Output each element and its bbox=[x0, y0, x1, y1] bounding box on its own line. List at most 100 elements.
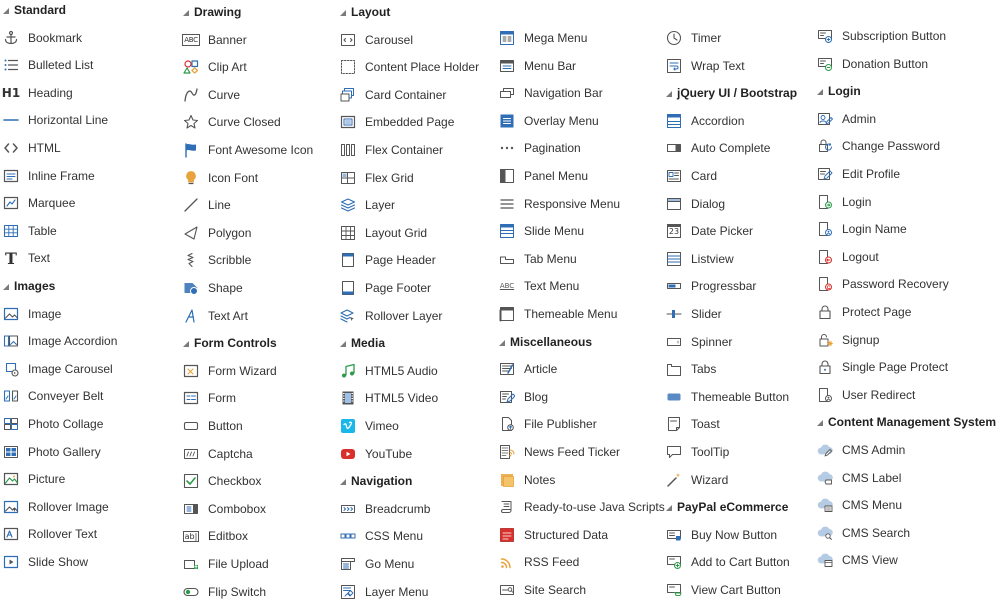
tool-item-slider[interactable]: Slider bbox=[666, 304, 722, 324]
group-header-layout[interactable]: Layout bbox=[340, 2, 390, 22]
tool-item-html[interactable]: HTML bbox=[3, 138, 61, 158]
tool-item-tabs[interactable]: Tabs bbox=[666, 359, 716, 379]
tool-item-dialog[interactable]: Dialog bbox=[666, 194, 725, 214]
tool-item-cms-admin[interactable]: CMS Admin bbox=[817, 440, 905, 460]
tool-item-photo-gallery[interactable]: Photo Gallery bbox=[3, 442, 101, 462]
tool-item-flex-grid[interactable]: Flex Grid bbox=[340, 168, 414, 188]
tool-item-cms-search[interactable]: CMS Search bbox=[817, 523, 910, 543]
tool-item-go-menu[interactable]: Go Menu bbox=[340, 554, 414, 574]
tool-item-polygon[interactable]: Polygon bbox=[183, 223, 251, 243]
tool-item-line[interactable]: Line bbox=[183, 195, 231, 215]
tool-item-content-place-holder[interactable]: Content Place Holder bbox=[340, 57, 479, 77]
tool-item-slide-show[interactable]: Slide Show bbox=[3, 552, 88, 572]
tool-item-bookmark[interactable]: Bookmark bbox=[3, 28, 82, 48]
tool-item-structured-data[interactable]: Structured Data bbox=[499, 525, 608, 545]
tool-item-checkbox[interactable]: Checkbox bbox=[183, 471, 261, 491]
group-header-jquery-ui-bootstrap[interactable]: jQuery UI / Bootstrap bbox=[666, 83, 797, 103]
tool-item-image[interactable]: Image bbox=[3, 304, 61, 324]
tool-item-rss-feed[interactable]: RSS Feed bbox=[499, 552, 579, 572]
tool-item-layout-grid[interactable]: Layout Grid bbox=[340, 223, 427, 243]
tool-item-shape[interactable]: Shape bbox=[183, 278, 243, 298]
tool-item-banner[interactable]: ABC Banner bbox=[182, 30, 247, 50]
tool-item-text-menu[interactable]: ABC Text Menu bbox=[499, 276, 580, 296]
tool-item-rollover-image[interactable]: Rollover Image bbox=[3, 497, 109, 517]
tool-item-subscription-button[interactable]: Subscription Button bbox=[817, 26, 946, 46]
tool-item-menu-bar[interactable]: Menu Bar bbox=[499, 56, 576, 76]
group-header-form-controls[interactable]: Form Controls bbox=[183, 333, 277, 353]
tool-item-heading[interactable]: H1 Heading bbox=[2, 83, 73, 103]
tool-item-timer[interactable]: Timer bbox=[666, 28, 721, 48]
tool-item-embedded-page[interactable]: Embedded Page bbox=[340, 112, 454, 132]
tool-item-image-carousel[interactable]: Image Carousel bbox=[3, 359, 113, 379]
tool-item-logout[interactable]: Logout bbox=[817, 247, 879, 267]
tool-item-buy-now-button[interactable]: Buy Now Button bbox=[666, 525, 777, 545]
tool-item-change-password[interactable]: Change Password bbox=[817, 136, 940, 156]
tool-item-protect-page[interactable]: Protect Page bbox=[817, 302, 911, 322]
tool-item-auto-complete[interactable]: Auto Complete bbox=[666, 138, 770, 158]
tool-item-user-redirect[interactable]: User Redirect bbox=[817, 385, 915, 405]
tool-item-panel-menu[interactable]: Panel Menu bbox=[499, 166, 588, 186]
group-header-drawing[interactable]: Drawing bbox=[183, 2, 241, 22]
tool-item-editbox[interactable]: ab| Editbox bbox=[182, 526, 248, 546]
tool-item-icon-font[interactable]: Icon Font bbox=[183, 168, 258, 188]
tool-item-slide-menu[interactable]: Slide Menu bbox=[499, 221, 584, 241]
tool-item-site-search[interactable]: Site Search bbox=[499, 580, 586, 600]
tool-item-flex-container[interactable]: Flex Container bbox=[340, 140, 443, 160]
tool-item-scribble[interactable]: Scribble bbox=[183, 250, 251, 270]
tool-item-responsive-menu[interactable]: Responsive Menu bbox=[499, 194, 620, 214]
tool-item-add-to-cart-button[interactable]: Add to Cart Button bbox=[666, 552, 790, 572]
tool-item-navigation-bar[interactable]: Navigation Bar bbox=[499, 83, 603, 103]
tool-item-progressbar[interactable]: Progressbar bbox=[666, 276, 756, 296]
tool-item-donation-button[interactable]: Donation Button bbox=[817, 54, 928, 74]
tool-item-login-name[interactable]: Login Name bbox=[817, 219, 907, 239]
tool-item-signup[interactable]: Signup bbox=[817, 330, 879, 350]
tool-item-combobox[interactable]: Combobox bbox=[183, 499, 266, 519]
tool-item-flip-switch[interactable]: Flip Switch bbox=[183, 582, 266, 602]
tool-item-single-page-protect[interactable]: Single Page Protect bbox=[817, 357, 948, 377]
tool-item-file-upload[interactable]: File Upload bbox=[183, 554, 269, 574]
tool-item-card-container[interactable]: Card Container bbox=[340, 85, 446, 105]
tool-item-login[interactable]: Login bbox=[817, 192, 871, 212]
tool-item-toast[interactable]: Toast bbox=[666, 414, 720, 434]
tool-item-edit-profile[interactable]: Edit Profile bbox=[817, 164, 900, 184]
tool-item-curve[interactable]: Curve bbox=[183, 85, 240, 105]
group-header-miscellaneous[interactable]: Miscellaneous bbox=[499, 332, 592, 352]
tool-item-cms-menu[interactable]: CMS Menu bbox=[817, 495, 902, 515]
tool-item-card[interactable]: Card bbox=[666, 166, 717, 186]
tool-item-text[interactable]: T Text bbox=[3, 248, 50, 268]
group-header-paypal-ecommerce[interactable]: PayPal eCommerce bbox=[666, 497, 788, 517]
tool-item-bulleted-list[interactable]: Bulleted List bbox=[3, 55, 93, 75]
tool-item-curve-closed[interactable]: Curve Closed bbox=[183, 112, 281, 132]
tool-item-ready-to-use-java-scripts[interactable]: Ready-to-use Java Scripts bbox=[499, 497, 665, 517]
tool-item-breadcrumb[interactable]: Breadcrumb bbox=[340, 499, 430, 519]
tool-item-article[interactable]: Article bbox=[499, 359, 557, 379]
tool-item-page-header[interactable]: Page Header bbox=[340, 250, 436, 270]
tool-item-clip-art[interactable]: Clip Art bbox=[183, 57, 247, 77]
tool-item-layer[interactable]: Layer bbox=[340, 195, 395, 215]
group-header-media[interactable]: Media bbox=[340, 333, 385, 353]
group-header-standard[interactable]: Standard bbox=[3, 0, 66, 20]
tool-item-notes[interactable]: Notes bbox=[499, 470, 555, 490]
tool-item-form-wizard[interactable]: Form Wizard bbox=[183, 361, 277, 381]
group-header-images[interactable]: Images bbox=[3, 276, 55, 296]
tool-item-news-feed-ticker[interactable]: News Feed Ticker bbox=[499, 442, 620, 462]
tool-item-carousel[interactable]: Carousel bbox=[340, 30, 413, 50]
tool-item-themeable-button[interactable]: Themeable Button bbox=[666, 387, 789, 407]
tool-item-themeable-menu[interactable]: Themeable Menu bbox=[499, 304, 617, 324]
tool-item-image-accordion[interactable]: Image Accordion bbox=[3, 331, 117, 351]
tool-item-overlay-menu[interactable]: Overlay Menu bbox=[499, 111, 599, 131]
tool-item-date-picker[interactable]: 23 Date Picker bbox=[666, 221, 753, 241]
tool-item-css-menu[interactable]: CSS Menu bbox=[340, 526, 423, 546]
tool-item-wizard[interactable]: Wizard bbox=[666, 470, 728, 490]
group-header-navigation[interactable]: Navigation bbox=[340, 471, 412, 491]
tool-item-admin[interactable]: Admin bbox=[817, 109, 876, 129]
tool-item-picture[interactable]: Picture bbox=[3, 469, 65, 489]
tool-item-page-footer[interactable]: Page Footer bbox=[340, 278, 431, 298]
tool-item-rollover-text[interactable]: Rollover Text bbox=[3, 524, 97, 544]
tool-item-view-cart-button[interactable]: View Cart Button bbox=[666, 580, 781, 600]
tool-item-mega-menu[interactable]: Mega Menu bbox=[499, 28, 587, 48]
tool-item-vimeo[interactable]: Vimeo bbox=[340, 416, 399, 436]
tool-item-rollover-layer[interactable]: Rollover Layer bbox=[340, 306, 442, 326]
tool-item-form[interactable]: Form bbox=[183, 388, 236, 408]
tool-item-pagination[interactable]: Pagination bbox=[499, 138, 581, 158]
